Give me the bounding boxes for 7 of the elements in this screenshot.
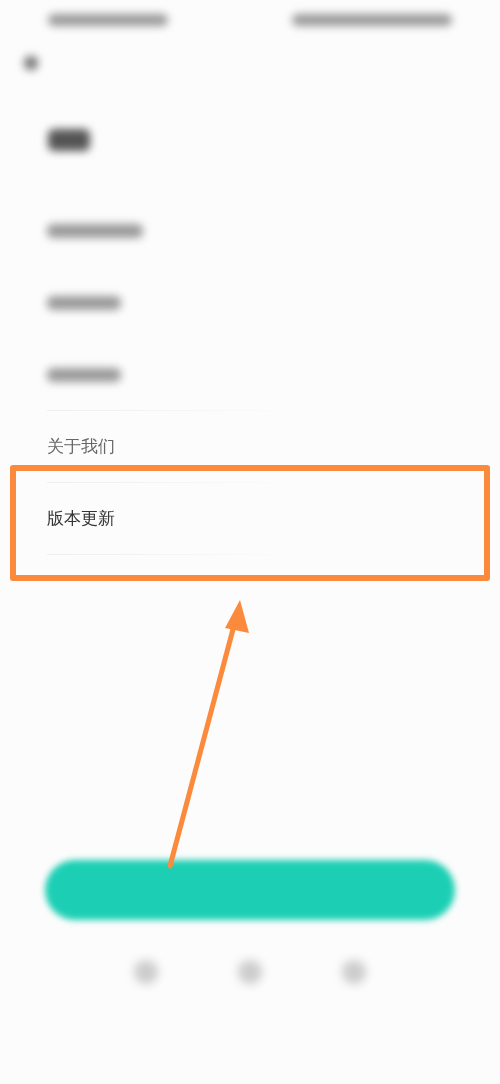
action-button[interactable] xyxy=(45,860,455,920)
settings-item[interactable]: 关于我们 xyxy=(47,434,115,460)
settings-item[interactable] xyxy=(47,224,143,238)
settings-item[interactable] xyxy=(47,296,121,310)
settings-item[interactable] xyxy=(47,368,121,382)
settings-item[interactable]: 版本更新 xyxy=(47,506,115,532)
page-title xyxy=(48,129,90,151)
